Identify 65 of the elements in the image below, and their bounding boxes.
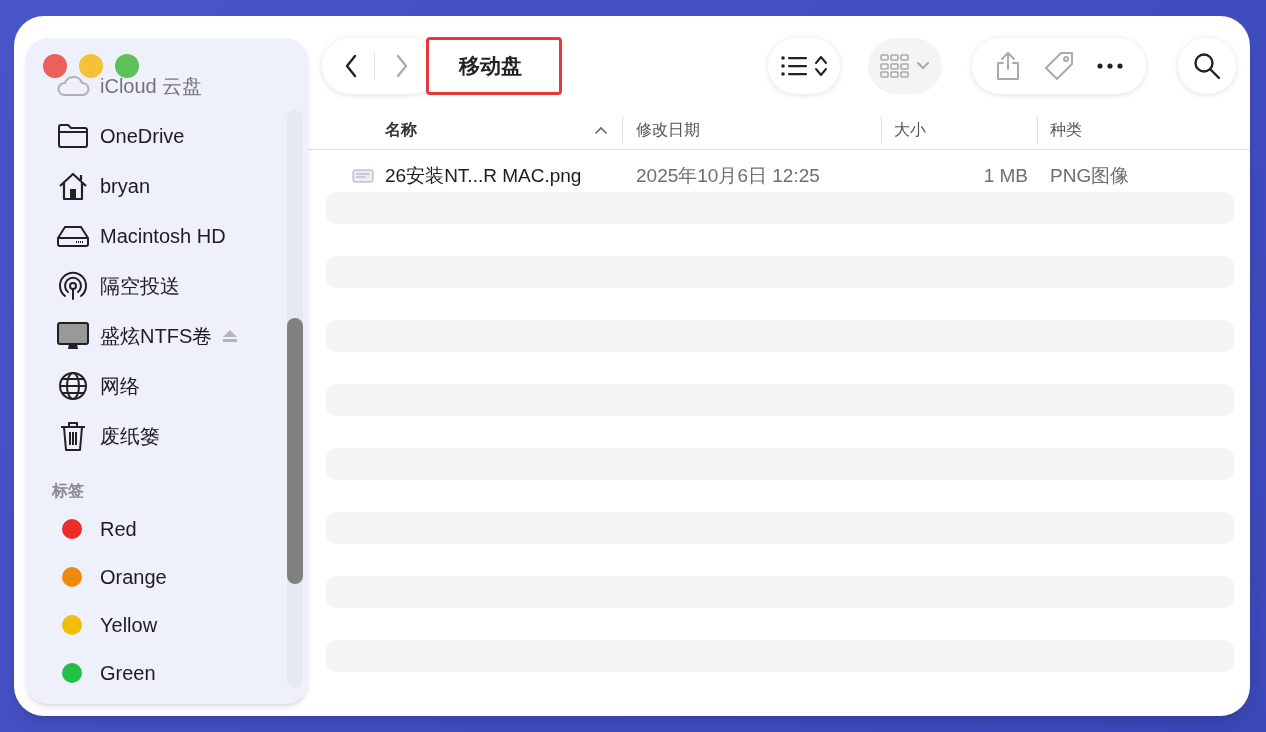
tag-label: Green <box>100 661 156 686</box>
tag-item[interactable]: Yellow <box>26 601 308 649</box>
minimize-button[interactable] <box>79 54 103 78</box>
sidebar-item[interactable]: 盛炫NTFS卷 <box>26 311 308 361</box>
sidebar-label: bryan <box>100 174 151 199</box>
search-button[interactable] <box>1178 38 1236 94</box>
sidebar-label: OneDrive <box>100 124 185 149</box>
column-header[interactable]: 名称 <box>308 116 623 143</box>
sidebar-label: 盛炫NTFS卷 <box>100 324 213 349</box>
sidebar-item[interactable]: OneDrive <box>26 111 308 161</box>
eject-icon[interactable] <box>222 329 239 343</box>
table-cell-text: 26安装NT...R MAC.png <box>385 163 583 188</box>
chevron-up-down-icon <box>814 54 828 78</box>
table-cell-text: 2025年10月6日 12:25 <box>636 163 821 188</box>
close-button[interactable] <box>43 54 67 78</box>
column-label: 名称 <box>385 119 417 140</box>
trash-icon <box>59 420 87 452</box>
column-label: 大小 <box>894 119 926 140</box>
column-header[interactable]: 大小 <box>882 116 1038 143</box>
section-heading: 标签 <box>50 481 85 501</box>
sidebar-label: 隔空投送 <box>100 274 180 299</box>
window-title: 移动盘 <box>459 53 522 80</box>
tag-item[interactable]: Red <box>26 505 308 553</box>
sidebar-item[interactable]: bryan <box>26 161 308 211</box>
folder-icon <box>57 123 89 149</box>
sidebar-label: iCloud 云盘 <box>100 74 203 99</box>
airdrop-icon <box>57 270 89 302</box>
tag-item[interactable]: Green <box>26 649 308 697</box>
forward-icon[interactable] <box>395 54 409 78</box>
sidebar-item[interactable]: Macintosh HD <box>26 211 308 261</box>
table-cell-text: 1 MB <box>982 163 1028 188</box>
monitor-icon <box>56 321 90 351</box>
sidebar-item[interactable]: 废纸篓 <box>26 411 308 461</box>
chevron-down-icon <box>916 61 930 71</box>
column-header[interactable]: 种类 <box>1038 116 1250 143</box>
column-label: 修改日期 <box>636 119 700 140</box>
tag-item[interactable]: Orange <box>26 553 308 601</box>
column-header[interactable]: 修改日期 <box>623 116 882 143</box>
tag-label: Yellow <box>100 613 158 638</box>
sidebar-item[interactable]: 隔空投送 <box>26 261 308 311</box>
file-row[interactable]: 26安装NT...R MAC.png 2025年10月6日 12:25 1 MB PNG图像 <box>326 160 1234 192</box>
list-view-icon <box>780 55 808 77</box>
cloud-icon <box>56 75 90 97</box>
globe-icon <box>57 370 89 402</box>
table-cell-text: PNG图像 <box>1049 163 1131 188</box>
more-icon[interactable] <box>1097 63 1123 69</box>
tag-label: Red <box>100 517 137 542</box>
sidebar-label: Macintosh HD <box>100 224 226 249</box>
share-icon[interactable] <box>995 51 1021 81</box>
sidebar-item[interactable]: iCloud 云盘 <box>26 61 308 111</box>
back-icon[interactable] <box>344 54 358 78</box>
tag-icon[interactable] <box>1043 50 1075 82</box>
scrollbar-thumb[interactable] <box>287 318 303 584</box>
search-icon <box>1193 52 1221 80</box>
zoom-button[interactable] <box>115 54 139 78</box>
tag-label: Orange <box>100 565 167 590</box>
image-file-icon <box>352 169 374 183</box>
house-icon <box>57 171 89 201</box>
drive-icon <box>56 224 90 248</box>
view-options-button[interactable] <box>768 38 840 94</box>
column-label: 种类 <box>1050 119 1082 140</box>
grid-icon <box>880 54 910 78</box>
sidebar-item[interactable]: 网络 <box>26 361 308 411</box>
sidebar-label: 废纸篓 <box>100 424 160 449</box>
sidebar-label: 网络 <box>100 374 140 399</box>
